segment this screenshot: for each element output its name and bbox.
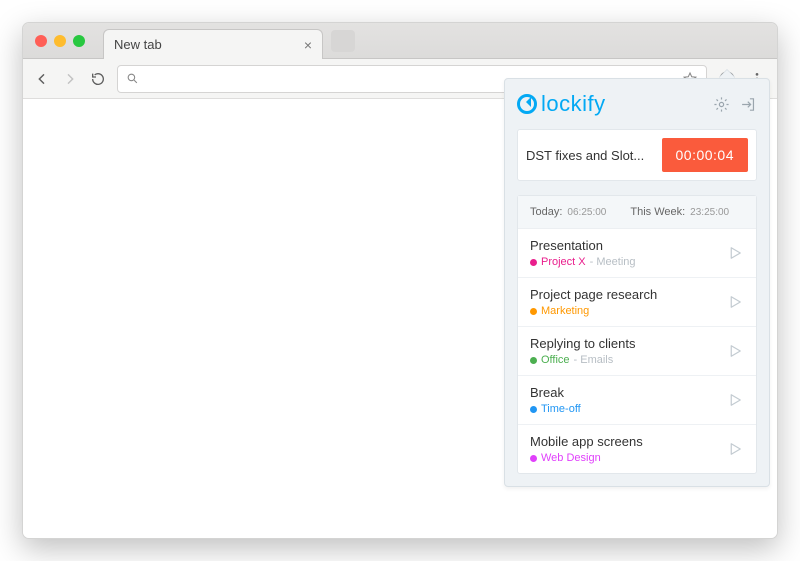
entry-meta: Marketing (530, 305, 657, 317)
brand-text: lockify (541, 91, 606, 117)
gear-icon (713, 96, 730, 113)
project-color-dot (530, 308, 537, 315)
entry-project: Office (541, 354, 570, 366)
popup-header: lockify (517, 91, 757, 117)
entry-meta: Web Design (530, 452, 643, 464)
start-entry-button[interactable] (726, 391, 744, 409)
stat-week-value: 23:25:00 (690, 207, 729, 218)
project-color-dot (530, 406, 537, 413)
minimize-window-button[interactable] (54, 35, 66, 47)
start-entry-button[interactable] (726, 342, 744, 360)
close-window-button[interactable] (35, 35, 47, 47)
play-icon (726, 244, 744, 262)
play-icon (726, 440, 744, 458)
search-icon (126, 72, 139, 85)
stat-today-label: Today: (530, 206, 562, 218)
stat-today: Today: 06:25:00 (530, 206, 606, 218)
entry-meta: Time-off (530, 403, 581, 415)
maximize-window-button[interactable] (73, 35, 85, 47)
time-entry[interactable]: Break Time-off (518, 376, 756, 425)
project-color-dot (530, 455, 537, 462)
start-entry-button[interactable] (726, 293, 744, 311)
browser-tab[interactable]: New tab × (103, 29, 323, 59)
project-color-dot (530, 259, 537, 266)
current-entry-card: DST fixes and Slot... 00:00:04 (517, 129, 757, 181)
stat-today-value: 06:25:00 (567, 207, 606, 218)
logout-icon (740, 96, 757, 113)
time-entry[interactable]: Mobile app screens Web Design (518, 425, 756, 473)
window-controls (35, 35, 85, 47)
new-tab-button[interactable] (331, 30, 355, 52)
stats-bar: Today: 06:25:00 This Week: 23:25:00 (518, 196, 756, 229)
time-entry[interactable]: Replying to clients Office - Emails (518, 327, 756, 376)
entry-title: Project page research (530, 287, 657, 302)
clockify-mark-icon (517, 94, 537, 114)
entry-project: Web Design (541, 452, 601, 464)
stat-week-label: This Week: (630, 206, 685, 218)
forward-button[interactable] (61, 70, 79, 88)
timer-button[interactable]: 00:00:04 (662, 138, 749, 172)
time-entry[interactable]: Presentation Project X - Meeting (518, 229, 756, 278)
popup-arrow (719, 70, 735, 78)
entry-meta: Office - Emails (530, 354, 636, 366)
clockify-logo: lockify (517, 91, 606, 117)
current-entry-title[interactable]: DST fixes and Slot... (526, 148, 644, 163)
project-color-dot (530, 357, 537, 364)
entry-tag: - Meeting (590, 256, 636, 268)
close-tab-button[interactable]: × (304, 37, 312, 53)
entry-title: Replying to clients (530, 336, 636, 351)
entry-title: Break (530, 385, 581, 400)
play-icon (726, 342, 744, 360)
time-entry[interactable]: Project page research Marketing (518, 278, 756, 327)
stat-week: This Week: 23:25:00 (630, 206, 729, 218)
back-button[interactable] (33, 70, 51, 88)
tab-strip: New tab × (23, 23, 777, 59)
start-entry-button[interactable] (726, 440, 744, 458)
settings-button[interactable] (713, 96, 730, 113)
entry-project: Time-off (541, 403, 581, 415)
entry-project: Marketing (541, 305, 589, 317)
logout-button[interactable] (740, 96, 757, 113)
start-entry-button[interactable] (726, 244, 744, 262)
entry-title: Presentation (530, 238, 636, 253)
entry-tag: - Emails (574, 354, 614, 366)
tab-title: New tab (114, 37, 162, 52)
play-icon (726, 293, 744, 311)
entry-project: Project X (541, 256, 586, 268)
extension-popup: lockify DST fixes and Slot... 00:00:04 T… (504, 78, 770, 487)
entry-title: Mobile app screens (530, 434, 643, 449)
play-icon (726, 391, 744, 409)
entries-card: Today: 06:25:00 This Week: 23:25:00 Pres… (517, 195, 757, 474)
reload-button[interactable] (89, 70, 107, 88)
entry-meta: Project X - Meeting (530, 256, 636, 268)
